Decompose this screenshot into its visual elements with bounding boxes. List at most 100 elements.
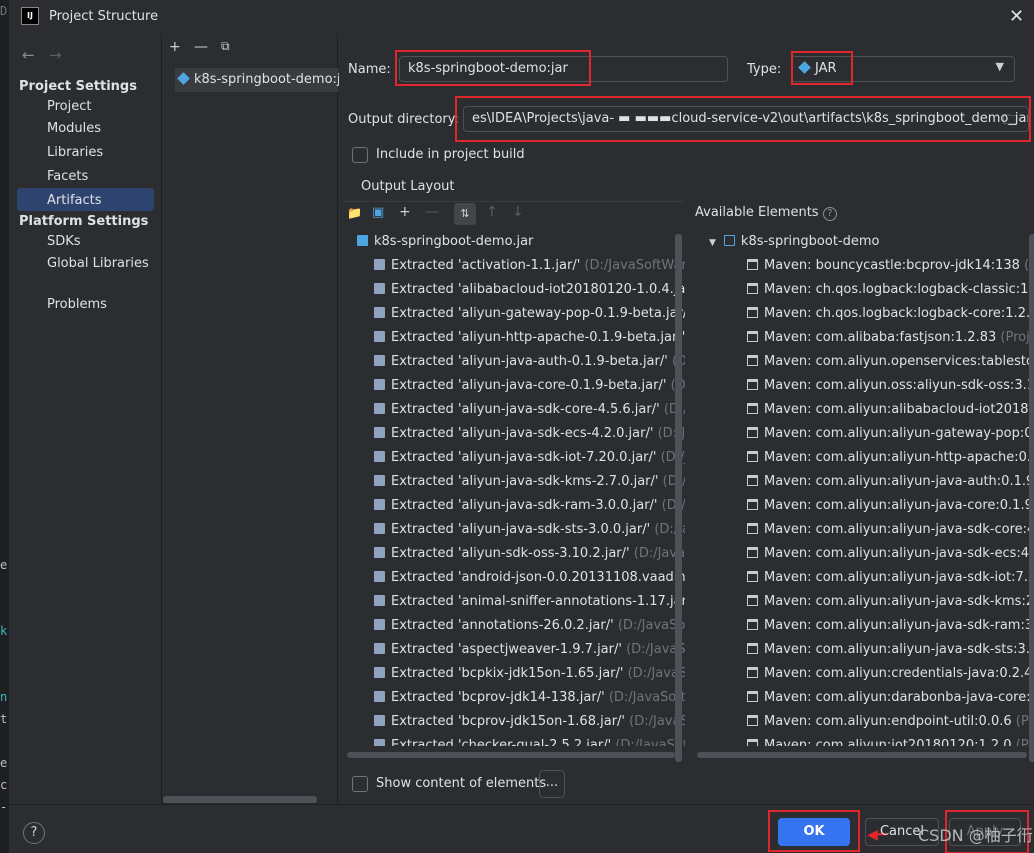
sidebar-item-modules[interactable]: Modules — [47, 121, 101, 136]
available-row[interactable]: Maven: com.aliyun:aliyun-gateway-pop:0.1… — [695, 422, 1034, 446]
available-elements-tree[interactable]: ▼ k8s-springboot-demo Maven: bouncycastle… — [695, 230, 1034, 746]
annotation-box-name — [395, 50, 591, 86]
layout-row[interactable]: Extracted 'aliyun-java-sdk-sts-3.0.0.jar… — [347, 518, 685, 542]
sidebar-item-problems[interactable]: Problems — [47, 297, 107, 312]
layout-row[interactable]: Extracted 'android-json-0.0.20131108.vaa… — [347, 566, 685, 590]
layout-row[interactable]: Extracted 'aliyun-java-sdk-ecs-4.2.0.jar… — [347, 422, 685, 446]
layout-row-name: Extracted 'activation-1.1.jar/' — [391, 258, 581, 273]
layout-row[interactable]: Extracted 'aliyun-java-core-0.1.9-beta.j… — [347, 374, 685, 398]
layout-root-label: k8s-springboot-demo.jar — [374, 234, 534, 249]
layout-row[interactable]: Extracted 'checker-qual-2.5.2.jar/' (D:/… — [347, 734, 685, 746]
layout-row[interactable]: Extracted 'bcprov-jdk14-138.jar/' (D:/Ja… — [347, 686, 685, 710]
layout-row[interactable]: Extracted 'aliyun-java-sdk-kms-2.7.0.jar… — [347, 470, 685, 494]
copy-icon[interactable]: ⧉ — [221, 39, 230, 54]
output-directory-label: Output directory: — [348, 112, 459, 127]
new-folder-icon[interactable]: 📁 — [347, 206, 362, 220]
layout-row[interactable]: Extracted 'aliyun-gateway-pop-0.1.9-beta… — [347, 302, 685, 326]
available-row[interactable]: Maven: com.aliyun:aliyun-java-sdk-kms:2.… — [695, 590, 1034, 614]
include-build-checkbox[interactable] — [352, 147, 368, 163]
available-row[interactable]: Maven: com.aliyun:aliyun-java-sdk-core:4… — [695, 518, 1034, 542]
add-copy-icon[interactable]: + — [399, 204, 411, 220]
sidebar-item-libraries[interactable]: Libraries — [47, 145, 103, 160]
layout-row-name: Extracted 'aliyun-sdk-oss-3.10.2.jar/' — [391, 546, 630, 561]
library-icon — [747, 619, 758, 630]
sidebar-item-global-libraries[interactable]: Global Libraries — [47, 256, 149, 271]
layout-row[interactable]: Extracted 'aliyun-http-apache-0.1.9-beta… — [347, 326, 685, 350]
layout-row[interactable]: Extracted 'aliyun-java-sdk-iot-7.20.0.ja… — [347, 446, 685, 470]
layout-row[interactable]: Extracted 'activation-1.1.jar/' (D:/Java… — [347, 254, 685, 278]
layout-row[interactable]: Extracted 'aliyun-java-sdk-ram-3.0.0.jar… — [347, 494, 685, 518]
chevron-down-icon: ▼ — [709, 238, 716, 248]
available-row[interactable]: Maven: com.aliyun:aliyun-java-sdk-sts:3.… — [695, 638, 1034, 662]
sidebar-item-facets[interactable]: Facets — [47, 169, 88, 184]
layout-row[interactable]: Extracted 'bcpkix-jdk15on-1.65.jar/' (D:… — [347, 662, 685, 686]
layout-row[interactable]: Extracted 'aliyun-sdk-oss-3.10.2.jar/' (… — [347, 542, 685, 566]
bg-fragment: e — [0, 756, 8, 770]
watermark: CSDN @柚子衎 — [918, 826, 1033, 845]
available-root-row[interactable]: ▼ k8s-springboot-demo — [695, 230, 1034, 254]
back-arrow-icon[interactable]: ← — [22, 46, 35, 64]
layout-row-name: Extracted 'bcpkix-jdk15on-1.65.jar/' — [391, 666, 624, 681]
layout-row-name: Extracted 'aliyun-gateway-pop-0.1.9-beta… — [391, 306, 685, 321]
ellipsis-button[interactable]: ... — [539, 770, 565, 798]
available-row[interactable]: Maven: com.aliyun.openservices:tablestor… — [695, 350, 1034, 374]
sidebar-item-sdks[interactable]: SDKs — [47, 234, 81, 249]
close-icon[interactable]: ✕ — [1009, 6, 1024, 27]
artifacts-horizontal-scrollbar[interactable] — [163, 796, 317, 803]
sidebar-item-artifacts[interactable]: Artifacts — [47, 193, 102, 208]
help-button[interactable]: ? — [23, 822, 45, 844]
remove-element-icon[interactable]: — — [425, 204, 439, 220]
remove-icon[interactable]: — — [194, 39, 208, 55]
sort-icon[interactable]: ⇅ — [454, 203, 476, 225]
output-layout-vscroll[interactable] — [675, 234, 682, 762]
add-icon[interactable]: + — [169, 39, 181, 55]
available-row[interactable]: Maven: com.aliyun:alibabacloud-iot201801… — [695, 398, 1034, 422]
output-layout-tree[interactable]: k8s-springboot-demo.jar Extracted 'activ… — [347, 230, 685, 746]
available-row[interactable]: Maven: ch.qos.logback:logback-core:1.2.3… — [695, 302, 1034, 326]
layout-root-row[interactable]: k8s-springboot-demo.jar — [347, 230, 685, 254]
available-row[interactable]: Maven: com.aliyun:darabonba-java-core:0.… — [695, 686, 1034, 710]
available-row[interactable]: Maven: com.aliyun:endpoint-util:0.0.6 (P… — [695, 710, 1034, 734]
layout-row[interactable]: Extracted 'alibabacloud-iot20180120-1.0.… — [347, 278, 685, 302]
archive-icon — [357, 235, 368, 246]
available-elements-hscroll[interactable] — [697, 752, 1027, 758]
show-content-checkbox[interactable] — [352, 776, 368, 792]
available-row[interactable]: Maven: com.aliyun:aliyun-http-apache:0.1… — [695, 446, 1034, 470]
new-archive-icon[interactable]: ▣ — [372, 205, 384, 220]
forward-arrow-icon[interactable]: → — [49, 46, 62, 64]
artifact-item: k8s-springboot-demo:ja — [177, 72, 349, 87]
extracted-jar-icon — [374, 403, 385, 414]
type-label: Type: — [747, 62, 782, 77]
extracted-jar-icon — [374, 595, 385, 606]
layout-row[interactable]: Extracted 'aspectjweaver-1.9.7.jar/' (D:… — [347, 638, 685, 662]
layout-row[interactable]: Extracted 'animal-sniffer-annotations-1.… — [347, 590, 685, 614]
available-row[interactable]: Maven: com.aliyun:iot20180120:1.2.0 (Pro… — [695, 734, 1034, 746]
extracted-jar-icon — [374, 499, 385, 510]
artifact-selected-row[interactable]: k8s-springboot-demo:ja — [175, 68, 349, 92]
annotation-box-type — [791, 51, 853, 85]
layout-row[interactable]: Extracted 'aliyun-java-sdk-core-4.5.6.ja… — [347, 398, 685, 422]
sidebar-item-project[interactable]: Project — [47, 99, 91, 114]
available-row[interactable]: Maven: com.aliyun:credentials-java:0.2.4… — [695, 662, 1034, 686]
output-layout-hscroll[interactable] — [347, 752, 675, 758]
extracted-jar-icon — [374, 379, 385, 390]
layout-row[interactable]: Extracted 'aliyun-java-auth-0.1.9-beta.j… — [347, 350, 685, 374]
help-icon[interactable]: ? — [822, 207, 837, 221]
available-row[interactable]: Maven: com.aliyun:aliyun-java-core:0.1.9… — [695, 494, 1034, 518]
layout-row[interactable]: Extracted 'bcprov-jdk15on-1.68.jar/' (D:… — [347, 710, 685, 734]
move-up-icon[interactable]: ↑ — [486, 204, 498, 220]
move-down-icon[interactable]: ↓ — [512, 204, 524, 220]
layout-row[interactable]: Extracted 'annotations-26.0.2.jar/' (D:/… — [347, 614, 685, 638]
available-row[interactable]: Maven: com.alibaba:fastjson:1.2.83 (Proj… — [695, 326, 1034, 350]
available-row[interactable]: Maven: com.aliyun:aliyun-java-auth:0.1.9… — [695, 470, 1034, 494]
available-row[interactable]: Maven: com.aliyun.oss:aliyun-sdk-oss:3.1… — [695, 374, 1034, 398]
library-icon — [747, 571, 758, 582]
available-elements-vscroll[interactable] — [1029, 234, 1034, 762]
available-elements-text: Available Elements — [695, 205, 819, 220]
available-row[interactable]: Maven: bouncycastle:bcprov-jdk14:138 (Pr… — [695, 254, 1034, 278]
available-row[interactable]: Maven: ch.qos.logback:logback-classic:1.… — [695, 278, 1034, 302]
artifacts-list-panel: + — ⧉ k8s-springboot-demo:ja — [163, 34, 349, 804]
available-row[interactable]: Maven: com.aliyun:aliyun-java-sdk-iot:7.… — [695, 566, 1034, 590]
available-row[interactable]: Maven: com.aliyun:aliyun-java-sdk-ram:3.… — [695, 614, 1034, 638]
available-row[interactable]: Maven: com.aliyun:aliyun-java-sdk-ecs:4.… — [695, 542, 1034, 566]
